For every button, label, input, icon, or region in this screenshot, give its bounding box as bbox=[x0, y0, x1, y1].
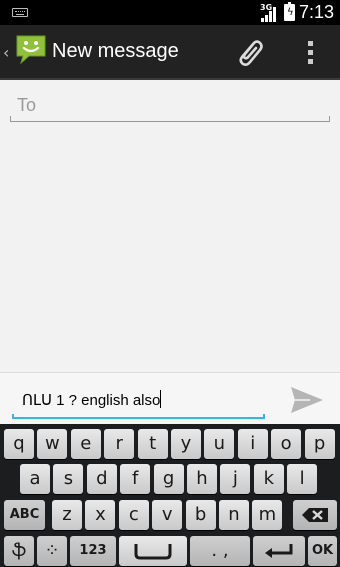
abc-key[interactable]: ABC bbox=[4, 500, 45, 530]
message-input-underline bbox=[12, 414, 265, 419]
key-d[interactable]: d bbox=[86, 464, 117, 494]
space-key[interactable] bbox=[119, 536, 187, 566]
key-m[interactable]: m bbox=[252, 500, 283, 530]
field-corner bbox=[10, 116, 11, 122]
message-compose-row: ՈԼՍ 1 ? english also bbox=[0, 372, 340, 424]
key-r[interactable]: r bbox=[104, 429, 135, 459]
key-j[interactable]: j bbox=[220, 464, 251, 494]
field-corner bbox=[329, 116, 330, 122]
space-bar-icon bbox=[134, 544, 172, 560]
recipient-to-field[interactable] bbox=[10, 90, 330, 122]
compose-area bbox=[0, 80, 340, 372]
enter-key[interactable] bbox=[253, 536, 305, 566]
key-b[interactable]: b bbox=[185, 500, 216, 530]
key-i[interactable]: i bbox=[237, 429, 268, 459]
key-x[interactable]: x bbox=[85, 500, 116, 530]
key-a[interactable]: a bbox=[20, 464, 50, 494]
key-t[interactable]: t bbox=[137, 429, 168, 459]
number-mode-key[interactable]: 123 bbox=[70, 536, 116, 566]
key-o[interactable]: o bbox=[271, 429, 302, 459]
keyboard-notification-icon bbox=[12, 8, 28, 17]
backspace-icon bbox=[302, 508, 328, 522]
delete-key[interactable] bbox=[293, 500, 337, 530]
messaging-app-icon[interactable] bbox=[15, 34, 47, 64]
key-s[interactable]: s bbox=[53, 464, 84, 494]
key-f[interactable]: f bbox=[120, 464, 151, 494]
send-icon[interactable] bbox=[286, 384, 326, 416]
key-y[interactable]: y bbox=[171, 429, 201, 459]
key-z[interactable]: z bbox=[52, 500, 82, 530]
key-q[interactable]: q bbox=[4, 429, 34, 459]
text-cursor bbox=[160, 390, 162, 408]
special-char-key[interactable]: ֆ bbox=[4, 536, 34, 566]
key-h[interactable]: h bbox=[187, 464, 217, 494]
overflow-menu-icon[interactable] bbox=[300, 37, 320, 67]
return-icon bbox=[265, 544, 293, 558]
key-e[interactable]: e bbox=[70, 429, 101, 459]
key-g[interactable]: g bbox=[153, 464, 184, 494]
punctuation-key[interactable]: . , bbox=[190, 536, 250, 566]
key-n[interactable]: n bbox=[219, 500, 249, 530]
page-title: New message bbox=[52, 40, 179, 62]
action-bar: ‹ New message bbox=[0, 25, 340, 80]
emoji-key[interactable]: ⁘ bbox=[37, 536, 67, 566]
status-clock: 7:13 bbox=[298, 2, 334, 22]
key-v[interactable]: v bbox=[152, 500, 183, 530]
status-bar: 3G ϟ 7:13 bbox=[0, 0, 340, 25]
back-chevron-icon[interactable]: ‹ bbox=[3, 43, 9, 62]
key-p[interactable]: p bbox=[304, 429, 335, 459]
soft-keyboard: qwertyuiop asdfghjkl zxcvbnm ABC ֆ ⁘ 123… bbox=[0, 424, 340, 567]
key-c[interactable]: c bbox=[118, 500, 149, 530]
message-input[interactable]: ՈԼՍ 1 ? english also bbox=[22, 390, 162, 409]
signal-strength-icon bbox=[261, 7, 276, 22]
key-l[interactable]: l bbox=[287, 464, 318, 494]
key-w[interactable]: w bbox=[37, 429, 68, 459]
key-k[interactable]: k bbox=[253, 464, 284, 494]
key-u[interactable]: u bbox=[204, 429, 235, 459]
message-input-text: ՈԼՍ 1 ? english also bbox=[22, 392, 161, 409]
ok-key[interactable]: OK bbox=[308, 536, 337, 566]
attach-icon[interactable] bbox=[232, 35, 268, 71]
battery-charging-icon: ϟ bbox=[284, 2, 295, 21]
